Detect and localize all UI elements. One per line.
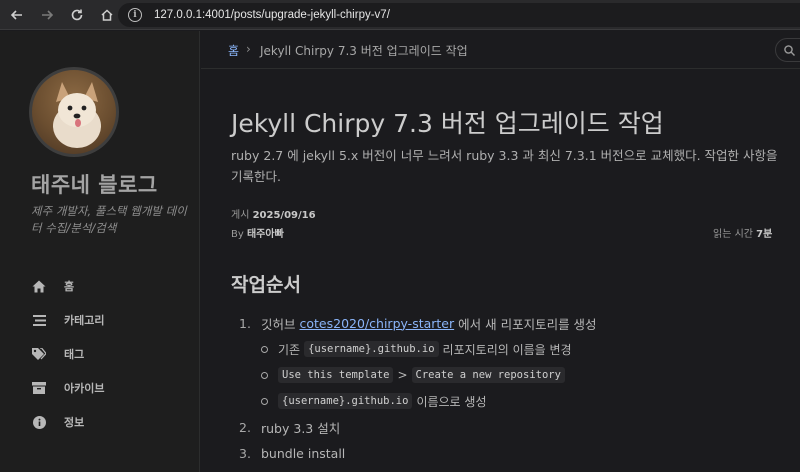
avatar[interactable] xyxy=(29,67,119,157)
section-heading: 작업순서 xyxy=(231,274,301,296)
post-content: Jekyll Chirpy 7.3 버전 업그레이드 작업 ruby 2.7 에… xyxy=(201,70,800,472)
inline-code: Use this template xyxy=(278,367,394,383)
posted-label: 게시 xyxy=(231,210,250,221)
read-time-value: 7분 xyxy=(756,229,773,240)
home-icon xyxy=(31,278,47,294)
read-time-label: 읽는 시간 xyxy=(713,229,753,240)
tags-icon xyxy=(31,346,47,362)
sub3-suffix: 이름으로 생성 xyxy=(416,394,487,409)
sub-list-item: 기존 {username}.github.io 리포지토리의 이름을 변경 xyxy=(231,336,791,362)
step2-text: ruby 3.3 설치 xyxy=(261,420,341,436)
sub-list-item: Use this template > Create a new reposit… xyxy=(231,362,791,388)
step1-suffix: 에서 새 리포지토리를 생성 xyxy=(458,316,597,332)
chirpy-starter-link[interactable]: cotes2020/chirpy-starter xyxy=(300,316,455,331)
breadcrumb-current: Jekyll Chirpy 7.3 버전 업그레이드 작업 xyxy=(260,44,468,58)
info-icon xyxy=(31,414,47,430)
url-text: 127.0.0.1:4001/posts/upgrade-jekyll-chir… xyxy=(154,9,390,21)
post-date: 게시 2025/09/16 xyxy=(231,206,316,221)
inline-code: {username}.github.io xyxy=(278,393,413,409)
posted-date[interactable]: 2025/09/16 xyxy=(253,210,316,221)
list-number: 2. xyxy=(239,419,251,435)
sidebar-item-about[interactable]: 정보 xyxy=(0,405,199,439)
topbar: 홈 › Jekyll Chirpy 7.3 버전 업그레이드 작업 xyxy=(201,31,800,69)
archive-icon xyxy=(31,380,47,396)
search-input[interactable] xyxy=(775,38,800,62)
sub1-suffix: 리포지토리의 이름을 변경 xyxy=(442,342,572,357)
list-item: 3. bundle install xyxy=(231,440,791,466)
breadcrumb-home-link[interactable]: 홈 xyxy=(228,42,239,59)
inline-code: Create a new repository xyxy=(411,367,565,383)
sidebar-item-label: 카테고리 xyxy=(64,314,105,327)
inline-code: {username}.github.io xyxy=(304,341,439,357)
sub1-prefix: 기존 xyxy=(278,342,301,357)
forward-icon[interactable] xyxy=(34,2,60,28)
bullet-icon xyxy=(261,371,268,379)
post-title: Jekyll Chirpy 7.3 버전 업그레이드 작업 xyxy=(231,109,664,138)
search-icon xyxy=(784,41,795,60)
address-bar[interactable]: i 127.0.0.1:4001/posts/upgrade-jekyll-ch… xyxy=(118,3,800,27)
reload-icon[interactable] xyxy=(64,2,90,28)
bullet-icon xyxy=(261,397,268,405)
sidebar-item-categories[interactable]: 카테고리 xyxy=(0,303,199,337)
sidebar-item-label: 홈 xyxy=(64,280,75,293)
steps-list: 1. 깃허브 cotes2020/chirpy-starter 에서 새 리포지… xyxy=(231,310,791,466)
step3-text: bundle install xyxy=(261,445,346,461)
by-label: By xyxy=(231,229,244,240)
sidebar-item-home[interactable]: 홈 xyxy=(0,269,199,303)
blog-subtitle: 제주 개발자, 풀스택 웹개발 데이터 수집/분석/검색 xyxy=(31,204,187,235)
sidebar-item-label: 아카이브 xyxy=(64,382,105,395)
post-author: By 태주아빠 xyxy=(231,225,284,240)
sidebar-item-label: 태그 xyxy=(64,348,85,361)
post-description: ruby 2.7 에 jekyll 5.x 버전이 너무 느려서 ruby 3.… xyxy=(231,148,778,184)
step1-prefix: 깃허브 xyxy=(261,316,296,332)
sidebar-item-tags[interactable]: 태그 xyxy=(0,337,199,371)
list-number: 3. xyxy=(239,445,251,461)
list-number: 1. xyxy=(239,315,251,331)
sidebar: 태주네 블로그 제주 개발자, 풀스택 웹개발 데이터 수집/분석/검색 홈 카… xyxy=(0,31,200,472)
sidebar-item-archive[interactable]: 아카이브 xyxy=(0,371,199,405)
bullet-icon xyxy=(261,345,268,353)
list-item: 2. ruby 3.3 설치 xyxy=(231,414,791,440)
sub-list-item: {username}.github.io 이름으로 생성 xyxy=(231,388,791,414)
author-name: 태주아빠 xyxy=(246,229,284,240)
back-icon[interactable] xyxy=(4,2,30,28)
home-browser-icon[interactable] xyxy=(94,2,120,28)
site-info-icon[interactable]: i xyxy=(128,8,142,22)
blog-title[interactable]: 태주네 블로그 xyxy=(31,169,158,199)
sidebar-nav: 홈 카테고리 태그 아카이브 정보 xyxy=(0,269,199,439)
read-time: 읽는 시간 7분 xyxy=(713,225,772,240)
sidebar-item-label: 정보 xyxy=(64,416,85,429)
browser-toolbar: i 127.0.0.1:4001/posts/upgrade-jekyll-ch… xyxy=(0,0,800,30)
gt-symbol: > xyxy=(397,368,408,382)
breadcrumb-separator: › xyxy=(246,42,251,56)
stream-icon xyxy=(31,312,47,328)
list-item: 1. 깃허브 cotes2020/chirpy-starter 에서 새 리포지… xyxy=(231,310,791,336)
